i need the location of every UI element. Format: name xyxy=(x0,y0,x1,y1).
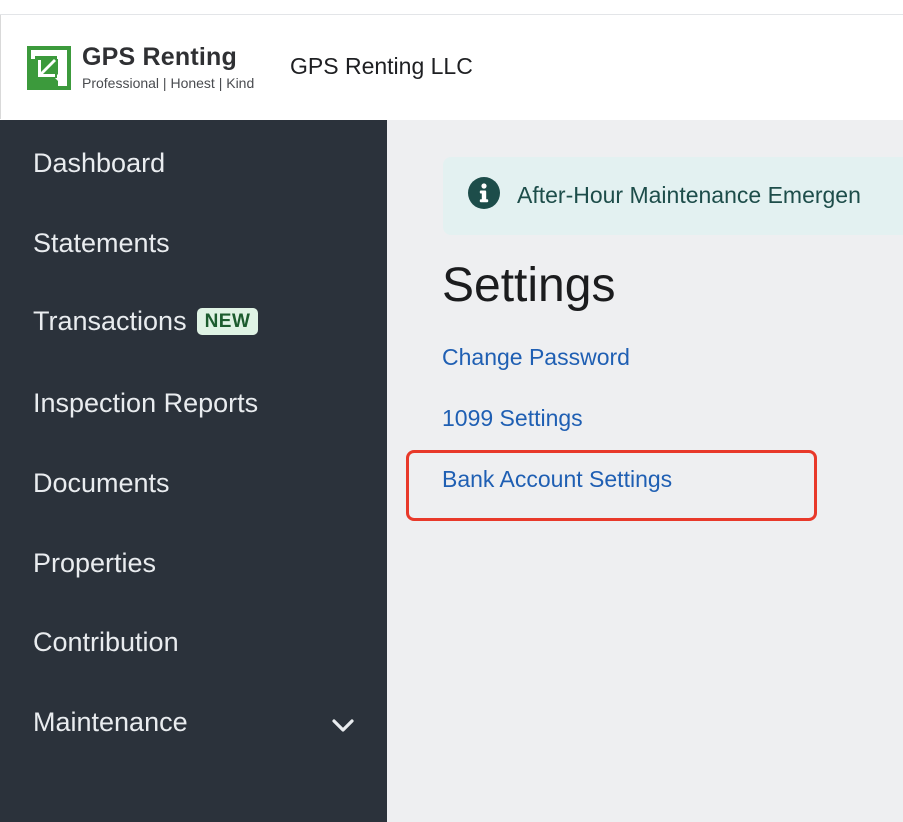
logo-title[interactable]: GPS Renting xyxy=(82,43,237,72)
gps-logo-icon[interactable] xyxy=(27,46,71,90)
sidebar-item-maintenance[interactable]: Maintenance xyxy=(33,707,188,738)
highlight-box xyxy=(406,450,817,521)
page-title: Settings xyxy=(442,259,616,312)
sidebar-item-label: Contribution xyxy=(33,627,179,657)
logo-tagline: Professional | Honest | Kind xyxy=(82,75,255,91)
maintenance-alert-banner[interactable]: After-Hour Maintenance Emergen xyxy=(443,157,903,235)
new-badge: NEW xyxy=(196,308,259,335)
company-name: GPS Renting LLC xyxy=(290,53,473,79)
sidebar-item-contribution[interactable]: Contribution xyxy=(33,627,179,658)
chevron-down-icon[interactable] xyxy=(330,714,356,736)
sidebar-item-label: Properties xyxy=(33,548,157,578)
1099-settings-link[interactable]: 1099 Settings xyxy=(442,405,583,432)
sidebar-item-label: Maintenance xyxy=(33,707,188,737)
sidebar-nav: Dashboard Statements Transactions NEW In… xyxy=(0,120,387,822)
sidebar-item-statements[interactable]: Statements xyxy=(33,228,170,259)
sidebar-item-label: Dashboard xyxy=(33,148,166,178)
info-icon xyxy=(468,177,500,209)
sidebar-item-transactions[interactable]: Transactions NEW xyxy=(33,306,259,337)
sidebar-item-dashboard[interactable]: Dashboard xyxy=(33,148,165,179)
change-password-link[interactable]: Change Password xyxy=(442,344,630,371)
top-bar xyxy=(0,0,903,15)
sidebar-item-label: Statements xyxy=(33,228,170,258)
sidebar-item-properties[interactable]: Properties xyxy=(33,548,156,579)
sidebar-item-inspection-reports[interactable]: Inspection Reports xyxy=(33,388,258,419)
sidebar-item-label: Transactions xyxy=(33,306,187,336)
app-header: GPS Renting Professional | Honest | Kind… xyxy=(0,15,903,119)
sidebar-item-label: Inspection Reports xyxy=(33,388,259,418)
alert-text: After-Hour Maintenance Emergen xyxy=(517,182,861,208)
sidebar-item-documents[interactable]: Documents xyxy=(33,468,170,499)
sidebar-item-label: Documents xyxy=(33,468,170,498)
